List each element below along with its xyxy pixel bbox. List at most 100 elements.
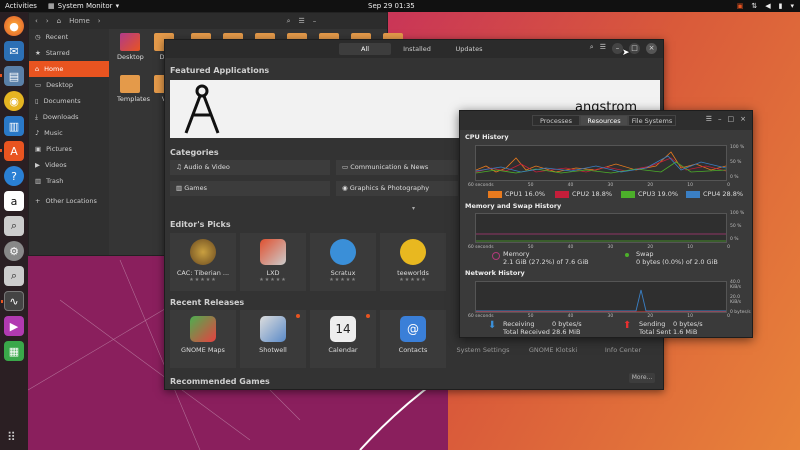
video-player-icon[interactable]: ▶: [4, 316, 24, 336]
legend-label: CPU3 19.0%: [638, 190, 679, 198]
minimize-icon[interactable]: –: [718, 115, 722, 123]
clock[interactable]: Sep 29 01:35: [368, 2, 415, 10]
category-graphics[interactable]: ◉ Graphics & Photography: [336, 181, 458, 196]
back-icon[interactable]: ‹: [35, 17, 38, 25]
activities-button[interactable]: Activities: [0, 2, 48, 10]
more-button[interactable]: More...: [629, 373, 655, 383]
home-icon: ⌂: [35, 65, 40, 73]
files-icon[interactable]: ▤: [0, 66, 24, 86]
writer-icon[interactable]: ▥: [4, 116, 24, 136]
tab-all[interactable]: All: [339, 43, 391, 55]
featured-heading: Featured Applications: [170, 66, 270, 75]
sidebar-item-other-locations[interactable]: + Other Locations: [29, 193, 109, 209]
editors-picks-heading: Editor's Picks: [170, 220, 231, 229]
music-icon: ♫: [176, 163, 184, 171]
tab-updates[interactable]: Updates: [443, 43, 495, 55]
search-icon[interactable]: ⌕: [590, 43, 594, 54]
software-icon[interactable]: A: [0, 141, 24, 161]
scratux-icon: [330, 239, 356, 265]
memory-value: 2.1 GiB (27.2%) of 7.6 GiB: [503, 258, 589, 266]
sidebar-item-videos[interactable]: ▶ Videos: [29, 157, 109, 173]
sidebar-item-recent[interactable]: ◷ Recent: [29, 29, 109, 45]
document-icon: ▯: [35, 97, 39, 105]
cpu2-legend[interactable]: CPU2 18.8%: [555, 190, 612, 198]
tab-resources[interactable]: Resources: [580, 115, 628, 126]
x-tick: 60 seconds: [468, 245, 494, 250]
settings-icon[interactable]: ⚙: [4, 241, 24, 261]
sidebar-item-pictures[interactable]: ▣ Pictures: [29, 141, 109, 157]
maximize-icon[interactable]: □: [728, 115, 735, 123]
app-card[interactable]: Scratux ★★★★★: [310, 233, 376, 291]
sidebar-item-documents[interactable]: ▯ Documents: [29, 93, 109, 109]
app-menu[interactable]: ▦ System Monitor ▾: [48, 2, 119, 10]
cpu4-legend[interactable]: CPU4 28.8%: [686, 190, 743, 198]
app-card[interactable]: 14 Calendar: [310, 310, 376, 368]
folder-item[interactable]: Templates: [117, 75, 150, 103]
amazon-icon[interactable]: a: [4, 191, 24, 211]
search-icon[interactable]: ⌕: [4, 216, 24, 236]
category-label: Graphics & Photography: [349, 184, 430, 192]
network-icon: ⇅: [751, 2, 758, 10]
category-games[interactable]: ▥ Games: [170, 181, 330, 196]
category-communication[interactable]: ▭ Communication & News: [336, 160, 458, 175]
app-card[interactable]: LXD ★★★★★: [240, 233, 306, 291]
sidebar-item-home[interactable]: ⌂ Home: [29, 61, 109, 77]
close-icon[interactable]: ×: [646, 43, 657, 54]
thunderbird-icon[interactable]: ✉: [4, 41, 24, 61]
network-graph-lines: [476, 289, 726, 312]
battery-icon: ▮: [778, 2, 783, 10]
app-name: LXD: [266, 269, 280, 277]
memory-pct-tick: 100 %: [730, 211, 745, 216]
cpu3-legend[interactable]: CPU3 19.0%: [621, 190, 678, 198]
category-audio-video[interactable]: ♫ Audio & Video: [170, 160, 330, 175]
rating-stars: ★★★★★: [189, 277, 217, 283]
app-card[interactable]: CAC: Tiberian ... ★★★★★: [170, 233, 236, 291]
sidebar-item-label: Desktop: [46, 81, 73, 89]
sidebar-item-label: Documents: [43, 97, 81, 105]
tab-installed[interactable]: Installed: [391, 43, 443, 55]
system-monitor-icon[interactable]: ∿: [1, 291, 24, 311]
app-card[interactable]: Shotwell: [240, 310, 306, 368]
memory-history-heading: Memory and Swap History: [465, 202, 562, 210]
cpu-pct-tick: 100 %: [730, 145, 745, 150]
x-tick: 10: [687, 245, 693, 250]
desktop-icon: ▭: [35, 81, 42, 89]
app-card[interactable]: GNOME Maps: [170, 310, 236, 368]
magnifier-icon[interactable]: ⌕: [4, 266, 24, 286]
app-card[interactable]: teeworlds ★★★★★: [380, 233, 446, 291]
total-received-label: Total Received: [503, 328, 550, 336]
sidebar-item-downloads[interactable]: ⤓ Downloads: [29, 109, 109, 125]
show-applications-icon[interactable]: ⠿: [7, 430, 16, 444]
folder-item[interactable]: Desktop: [117, 33, 144, 61]
expand-categories-icon[interactable]: ▾: [412, 205, 415, 212]
chevron-down-icon: ▾: [790, 2, 794, 10]
sidebar-item-desktop[interactable]: ▭ Desktop: [29, 77, 109, 93]
menu-icon[interactable]: ☰: [706, 115, 712, 123]
list-view-icon[interactable]: ☰: [298, 17, 304, 25]
search-icon[interactable]: ⌕: [287, 17, 291, 26]
sidebar-item-starred[interactable]: ★ Starred: [29, 45, 109, 61]
rhythmbox-icon[interactable]: ◉: [4, 91, 24, 111]
firefox-icon[interactable]: ●: [4, 16, 24, 36]
sidebar-item-trash[interactable]: ▥ Trash: [29, 173, 109, 189]
tab-processes[interactable]: Processes: [532, 115, 580, 126]
maximize-icon[interactable]: □: [629, 43, 640, 54]
close-icon[interactable]: ×: [740, 115, 746, 123]
menu-icon[interactable]: ☰: [600, 43, 606, 54]
total-sent-label: Total Sent: [639, 328, 672, 336]
camera-icon: ◉: [342, 184, 350, 192]
monitor-tabs: Processes Resources File Systems: [532, 115, 676, 126]
sidebar-item-music[interactable]: ♪ Music: [29, 125, 109, 141]
spreadsheet-icon[interactable]: ▦: [4, 341, 24, 361]
system-tray[interactable]: ▣ ⇅ ◀ ▮ ▾: [737, 2, 794, 10]
chevron-down-icon: ▾: [115, 2, 120, 10]
path-bar[interactable]: Home: [69, 17, 90, 25]
cpu1-legend[interactable]: CPU1 16.0%: [488, 190, 545, 198]
cpu-pct-tick: 50 %: [730, 160, 742, 165]
forward-icon[interactable]: ›: [46, 17, 49, 25]
sidebar-item-label: Recent: [45, 33, 69, 41]
minimize-icon[interactable]: –: [313, 17, 317, 25]
help-icon[interactable]: ?: [4, 166, 24, 186]
tab-file-systems[interactable]: File Systems: [628, 115, 676, 126]
app-card[interactable]: @ Contacts: [380, 310, 446, 368]
